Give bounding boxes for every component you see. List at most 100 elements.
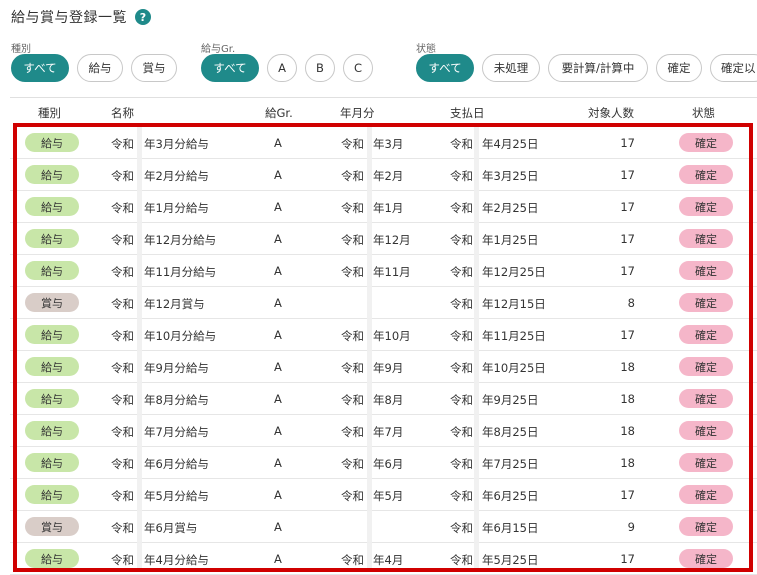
name-era-cell: 令和	[111, 521, 134, 535]
table-body: 給与 令和 年3月分給与 A 令和 年3月 令和 年4月25日 17 確定 給与 令和 年2月分給与 A 令…	[10, 127, 757, 575]
group-filter-c-chip[interactable]: C	[343, 54, 373, 82]
headcount-cell: 9	[627, 520, 635, 534]
pay-date-cell: 年8月25日	[482, 425, 539, 439]
column-header-kind[interactable]: 種別	[38, 105, 61, 121]
kind-badge: 給与	[25, 389, 79, 408]
column-header-status[interactable]: 状態	[692, 105, 715, 121]
table-row[interactable]: 給与 令和 年4月分給与 A 令和 年4月 令和 年5月25日 17 確定	[10, 543, 757, 575]
name-cell[interactable]: 年6月賞与	[144, 520, 197, 536]
name-cell[interactable]: 年4月分給与	[144, 552, 209, 568]
status-badge: 確定	[679, 357, 733, 376]
column-header-headcount[interactable]: 対象人数	[588, 105, 634, 121]
group-cell: A	[274, 136, 282, 150]
year-month-cell: 年9月	[373, 361, 404, 375]
table-row[interactable]: 給与 令和 年5月分給与 A 令和 年5月 令和 年6月25日 17 確定	[10, 479, 757, 511]
group-cell: A	[274, 168, 282, 182]
kind-filter: 種別 すべて 給与 賞与	[11, 40, 185, 82]
group-filter-all-chip[interactable]: すべて	[201, 54, 259, 82]
status-badge: 確定	[679, 485, 733, 504]
table-row[interactable]: 給与 令和 年11月分給与 A 令和 年11月 令和 年12月25日 17 確定	[10, 255, 757, 287]
pay-date-era-cell: 令和	[450, 553, 473, 567]
status-badge: 確定	[679, 165, 733, 184]
name-cell[interactable]: 年10月分給与	[144, 328, 216, 344]
column-header-name[interactable]: 名称	[111, 105, 134, 121]
year-month-cell: 年2月	[373, 169, 404, 183]
kind-filter-salary-chip[interactable]: 給与	[77, 54, 123, 82]
status-filter-calculating-chip[interactable]: 要計算/計算中	[548, 54, 648, 82]
group-cell: A	[274, 328, 282, 342]
table-header: 種別 名称 給Gr. 年月分 支払日 対象人数 状態	[10, 97, 757, 124]
column-header-group[interactable]: 給Gr.	[265, 105, 293, 121]
table-row[interactable]: 給与 令和 年9月分給与 A 令和 年9月 令和 年10月25日 18 確定	[10, 351, 757, 383]
table-row[interactable]: 給与 令和 年1月分給与 A 令和 年1月 令和 年2月25日 17 確定	[10, 191, 757, 223]
status-filter: 状態 すべて 未処理 要計算/計算中 確定 確定以	[416, 40, 757, 82]
name-era-cell: 令和	[111, 553, 134, 567]
year-month-era-cell: 令和	[341, 393, 364, 407]
headcount-cell: 18	[620, 456, 635, 470]
status-filter-chips: すべて 未処理 要計算/計算中 確定 確定以	[416, 54, 757, 82]
name-cell[interactable]: 年6月分給与	[144, 456, 209, 472]
table-row[interactable]: 給与 令和 年10月分給与 A 令和 年10月 令和 年11月25日 17 確定	[10, 319, 757, 351]
year-month-era-cell: 令和	[341, 489, 364, 503]
name-cell[interactable]: 年1月分給与	[144, 200, 209, 216]
name-era-cell: 令和	[111, 265, 134, 279]
status-filter-confirmed-chip[interactable]: 確定	[656, 54, 702, 82]
name-cell[interactable]: 年2月分給与	[144, 168, 209, 184]
table-row[interactable]: 賞与 令和 年12月賞与 A 令和 年12月15日 8 確定	[10, 287, 757, 319]
name-cell[interactable]: 年12月分給与	[144, 232, 216, 248]
group-filter-b-chip[interactable]: B	[305, 54, 335, 82]
year-month-cell: 年7月	[373, 425, 404, 439]
name-cell[interactable]: 年7月分給与	[144, 424, 209, 440]
kind-badge: 給与	[25, 197, 79, 216]
kind-filter-all-chip[interactable]: すべて	[11, 54, 69, 82]
column-header-pay-date[interactable]: 支払日	[450, 105, 485, 121]
status-badge: 確定	[679, 133, 733, 152]
table-row[interactable]: 賞与 令和 年6月賞与 A 令和 年6月15日 9 確定	[10, 511, 757, 543]
status-badge: 確定	[679, 197, 733, 216]
name-cell[interactable]: 年5月分給与	[144, 488, 209, 504]
pay-date-era-cell: 令和	[450, 457, 473, 471]
status-filter-unprocessed-chip[interactable]: 未処理	[482, 54, 540, 82]
name-cell[interactable]: 年8月分給与	[144, 392, 209, 408]
status-filter-confirmed-after-chip[interactable]: 確定以	[710, 54, 757, 82]
headcount-cell: 18	[620, 360, 635, 374]
table-row[interactable]: 給与 令和 年2月分給与 A 令和 年2月 令和 年3月25日 17 確定	[10, 159, 757, 191]
group-filter-a-chip[interactable]: A	[267, 54, 297, 82]
status-badge: 確定	[679, 325, 733, 344]
table-row[interactable]: 給与 令和 年6月分給与 A 令和 年6月 令和 年7月25日 18 確定	[10, 447, 757, 479]
headcount-cell: 17	[620, 168, 635, 182]
table-row[interactable]: 給与 令和 年3月分給与 A 令和 年3月 令和 年4月25日 17 確定	[10, 127, 757, 159]
kind-badge: 給与	[25, 485, 79, 504]
group-cell: A	[274, 296, 282, 310]
year-month-era-cell: 令和	[341, 265, 364, 279]
status-badge: 確定	[679, 517, 733, 536]
name-era-cell: 令和	[111, 233, 134, 247]
name-cell[interactable]: 年12月賞与	[144, 296, 205, 312]
title-row: 給与賞与登録一覧 ?	[11, 7, 151, 27]
table-row[interactable]: 給与 令和 年8月分給与 A 令和 年8月 令和 年9月25日 18 確定	[10, 383, 757, 415]
year-month-era-cell: 令和	[341, 233, 364, 247]
name-cell[interactable]: 年3月分給与	[144, 136, 209, 152]
group-cell: A	[274, 488, 282, 502]
pay-date-era-cell: 令和	[450, 521, 473, 535]
pay-date-cell: 年11月25日	[482, 329, 546, 343]
name-cell[interactable]: 年11月分給与	[144, 264, 216, 280]
kind-filter-chips: すべて 給与 賞与	[11, 54, 185, 82]
column-header-year-month[interactable]: 年月分	[340, 105, 375, 121]
group-cell: A	[274, 392, 282, 406]
kind-badge: 給与	[25, 165, 79, 184]
kind-badge: 給与	[25, 549, 79, 568]
help-icon[interactable]: ?	[135, 9, 151, 25]
year-month-era-cell: 令和	[341, 329, 364, 343]
name-cell[interactable]: 年9月分給与	[144, 360, 209, 376]
status-badge: 確定	[679, 453, 733, 472]
pay-date-era-cell: 令和	[450, 425, 473, 439]
year-month-cell: 年12月	[373, 233, 411, 247]
year-month-cell: 年11月	[373, 265, 411, 279]
kind-filter-bonus-chip[interactable]: 賞与	[131, 54, 177, 82]
status-badge: 確定	[679, 229, 733, 248]
pay-date-cell: 年5月25日	[482, 553, 539, 567]
table-row[interactable]: 給与 令和 年7月分給与 A 令和 年7月 令和 年8月25日 18 確定	[10, 415, 757, 447]
table-row[interactable]: 給与 令和 年12月分給与 A 令和 年12月 令和 年1月25日 17 確定	[10, 223, 757, 255]
status-filter-all-chip[interactable]: すべて	[416, 54, 474, 82]
